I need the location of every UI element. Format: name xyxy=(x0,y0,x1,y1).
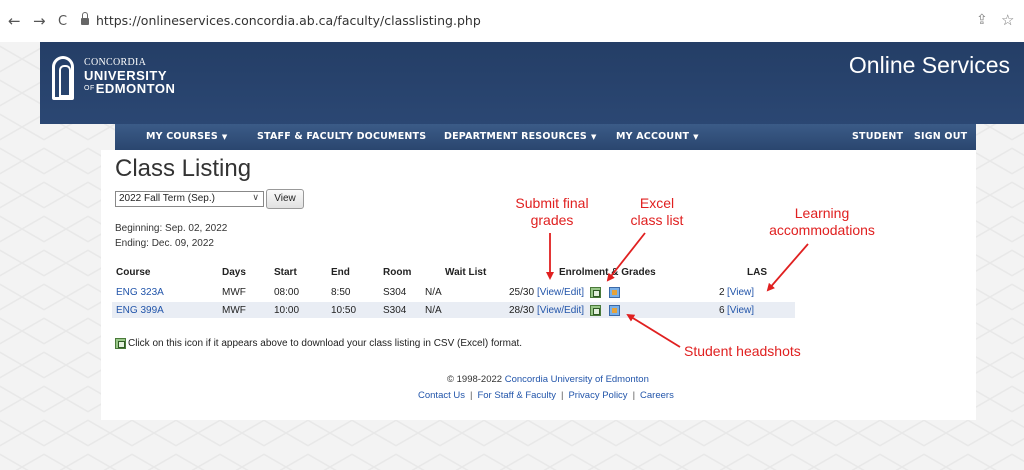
site-header: CONCORDIA UNIVERSITY OFEDMONTON Online S… xyxy=(40,42,1024,124)
annotation-line: grades xyxy=(530,212,574,228)
nav-item-label: MY COURSES xyxy=(146,131,218,142)
end-cell: 10:50 xyxy=(331,305,357,316)
annotation-submit-grades: Submit final grades xyxy=(506,195,598,229)
excel-download-icon[interactable] xyxy=(590,287,601,298)
view-term-button[interactable]: View xyxy=(266,189,304,209)
room-cell: S304 xyxy=(383,305,407,316)
nav-department-resources[interactable]: DEPARTMENT RESOURCES ▼ xyxy=(444,131,597,142)
footer-links: Contact Us | For Staff & Faculty | Privacy P… xyxy=(418,390,674,401)
logo-line3: OFEDMONTON xyxy=(84,82,175,95)
footer-staff-faculty-link[interactable]: For Staff & Faculty xyxy=(477,390,556,401)
annotation-student-headshots: Student headshots xyxy=(684,343,801,359)
nav-item-label: SIGN OUT xyxy=(914,131,968,142)
table-row xyxy=(112,284,795,300)
footer-copyright: © 1998-2022 xyxy=(447,374,503,385)
nav-item-label: MY ACCOUNT xyxy=(616,131,690,142)
enrolment-count: 25/30 xyxy=(509,287,535,298)
university-logo-text[interactable]: CONCORDIA UNIVERSITY OFEDMONTON xyxy=(84,57,175,96)
back-arrow-icon[interactable]: ← xyxy=(8,14,21,29)
las-view-link[interactable]: [View] xyxy=(727,305,754,316)
logo-of: OF xyxy=(84,85,95,92)
days-cell: MWF xyxy=(222,305,246,316)
nav-student[interactable]: STUDENT xyxy=(852,131,903,142)
annotation-line: accommodations xyxy=(769,222,875,238)
chevron-down-icon: ∨ xyxy=(252,192,259,202)
las-count: 6 xyxy=(719,305,725,316)
csv-note: Click on this icon if it appears above t… xyxy=(128,338,523,349)
las-count: 2 xyxy=(719,287,725,298)
start-cell: 08:00 xyxy=(274,287,300,298)
annotation-line: Learning xyxy=(794,205,850,221)
main-nav: MY COURSES ▼ STAFF & FACULTY DOCUMENTS DE… xyxy=(115,124,976,150)
course-link[interactable]: ENG 323A xyxy=(116,287,164,298)
col-end: End xyxy=(331,267,350,278)
share-icon[interactable]: ⇪ xyxy=(976,12,988,28)
room-cell: S304 xyxy=(383,287,407,298)
footer-org-link[interactable]: Concordia University of Edmonton xyxy=(505,374,649,385)
annotation-learning-accommodations: Learning accommodations xyxy=(760,205,884,239)
nav-item-label: DEPARTMENT RESOURCES xyxy=(444,131,587,142)
grades-view-edit-link[interactable]: [View/Edit] xyxy=(537,287,584,298)
site-title: Online Services xyxy=(848,52,1010,78)
start-cell: 10:00 xyxy=(274,305,300,316)
lock-icon xyxy=(81,12,89,25)
browser-toolbar: ← → C https://onlineservices.concordia.a… xyxy=(0,0,1024,42)
annotation-line: Excel xyxy=(639,195,675,211)
footer-separator: | xyxy=(632,390,636,401)
footer-contact-link[interactable]: Contact Us xyxy=(418,390,465,401)
annotation-line: class list xyxy=(630,212,684,228)
grades-view-edit-link[interactable]: [View/Edit] xyxy=(537,305,584,316)
col-start: Start xyxy=(274,267,297,278)
term-select[interactable]: 2022 Fall Term (Sep.) ∨ xyxy=(115,191,264,207)
university-logo-icon[interactable] xyxy=(52,56,74,100)
nav-item-label: STUDENT xyxy=(852,131,904,142)
nav-staff-faculty-documents[interactable]: STAFF & FACULTY DOCUMENTS xyxy=(257,131,426,142)
address-bar[interactable]: https://onlineservices.concordia.ab.ca/f… xyxy=(96,13,481,28)
col-room: Room xyxy=(383,267,412,278)
term-ending: Ending: Dec. 09, 2022 xyxy=(115,238,214,249)
csv-info-icon xyxy=(115,338,126,349)
page-title: Class Listing xyxy=(115,155,252,182)
footer-separator: | xyxy=(470,390,473,401)
col-las: LAS xyxy=(747,267,767,278)
logo-line1: CONCORDIA xyxy=(84,57,147,68)
chevron-down-icon: ▼ xyxy=(590,133,597,141)
footer-privacy-link[interactable]: Privacy Policy xyxy=(568,390,627,401)
enrolment-count: 28/30 xyxy=(509,305,535,316)
col-days: Days xyxy=(222,267,246,278)
student-headshots-icon[interactable] xyxy=(609,305,620,316)
student-headshots-icon[interactable] xyxy=(609,287,620,298)
table-row xyxy=(112,302,795,318)
las-view-link[interactable]: [View] xyxy=(727,287,754,298)
annotation-line: Submit final xyxy=(515,195,589,211)
col-wait-list: Wait List xyxy=(445,267,487,278)
course-link[interactable]: ENG 399A xyxy=(116,305,164,316)
end-cell: 8:50 xyxy=(331,287,351,298)
col-course: Course xyxy=(116,267,151,278)
days-cell: MWF xyxy=(222,287,246,298)
reload-icon[interactable]: C xyxy=(58,14,67,29)
logo-edmonton: EDMONTON xyxy=(95,81,176,96)
excel-download-icon[interactable] xyxy=(590,305,601,316)
footer-copyright-line: © 1998-2022 Concordia University of Edmo… xyxy=(447,374,649,385)
nav-item-label: STAFF & FACULTY DOCUMENTS xyxy=(257,131,427,142)
wait-list-cell: N/A xyxy=(425,287,442,298)
nav-my-courses[interactable]: MY COURSES ▼ xyxy=(146,131,228,142)
nav-my-account[interactable]: MY ACCOUNT ▼ xyxy=(616,131,699,142)
col-enrolment-grades: Enrolment & Grades xyxy=(559,267,656,278)
footer-separator: | xyxy=(560,390,564,401)
forward-arrow-icon[interactable]: → xyxy=(33,14,46,29)
annotation-excel-class-list: Excel class list xyxy=(622,195,692,229)
footer-careers-link[interactable]: Careers xyxy=(640,390,674,401)
term-select-value: 2022 Fall Term (Sep.) xyxy=(119,193,215,204)
chevron-down-icon: ▼ xyxy=(221,133,228,141)
bookmark-star-icon[interactable]: ☆ xyxy=(1001,11,1014,29)
chevron-down-icon: ▼ xyxy=(693,133,699,141)
wait-list-cell: N/A xyxy=(425,305,442,316)
term-beginning: Beginning: Sep. 02, 2022 xyxy=(115,223,228,234)
nav-sign-out[interactable]: SIGN OUT xyxy=(914,131,967,142)
